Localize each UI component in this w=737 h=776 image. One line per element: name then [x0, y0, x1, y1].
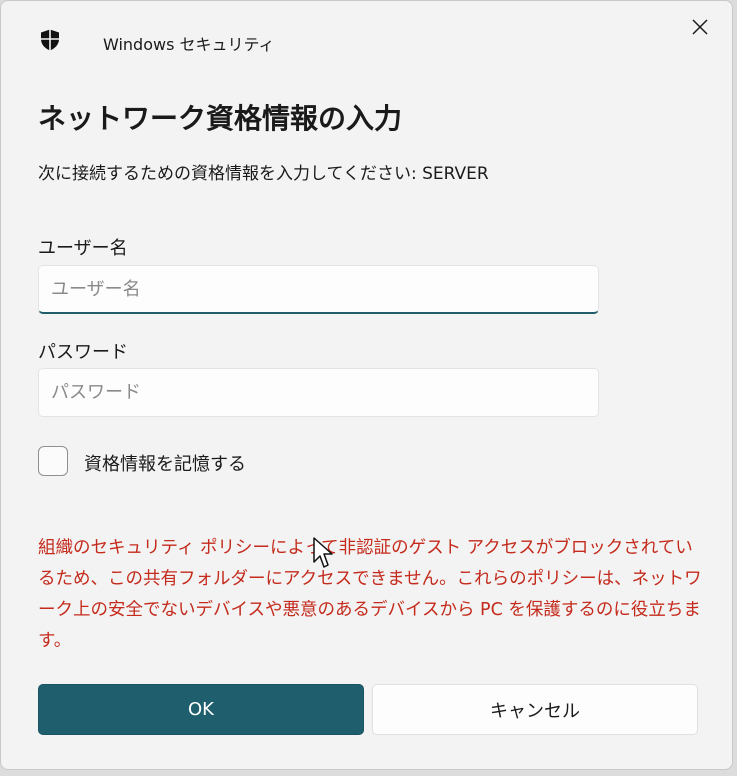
remember-checkbox-label[interactable]: 資格情報を記憶する — [84, 450, 246, 476]
shield-icon — [41, 29, 59, 51]
password-label: パスワード — [38, 342, 128, 363]
ok-button[interactable]: OK — [38, 684, 364, 735]
username-input[interactable] — [38, 265, 599, 314]
close-icon — [692, 19, 708, 35]
dialog-subtext: 次に接続するための資格情報を入力してください: SERVER — [38, 164, 489, 184]
close-button[interactable] — [682, 11, 718, 43]
username-label: ユーザー名 — [38, 238, 128, 259]
password-input[interactable] — [38, 368, 599, 417]
app-title: Windows セキュリティ — [103, 35, 275, 54]
mouse-cursor-icon — [313, 537, 333, 568]
title-bar: Windows セキュリティ — [1, 1, 732, 71]
cancel-button[interactable]: キャンセル — [372, 684, 698, 735]
dialog-heading: ネットワーク資格情報の入力 — [38, 102, 403, 135]
credential-dialog: Windows セキュリティ ネットワーク資格情報の入力 次に接続するための資格… — [0, 0, 733, 770]
remember-checkbox[interactable] — [38, 446, 68, 476]
warning-message: 組織のセキュリティ ポリシーによって非認証のゲスト アクセスがブロックされている… — [38, 538, 702, 651]
